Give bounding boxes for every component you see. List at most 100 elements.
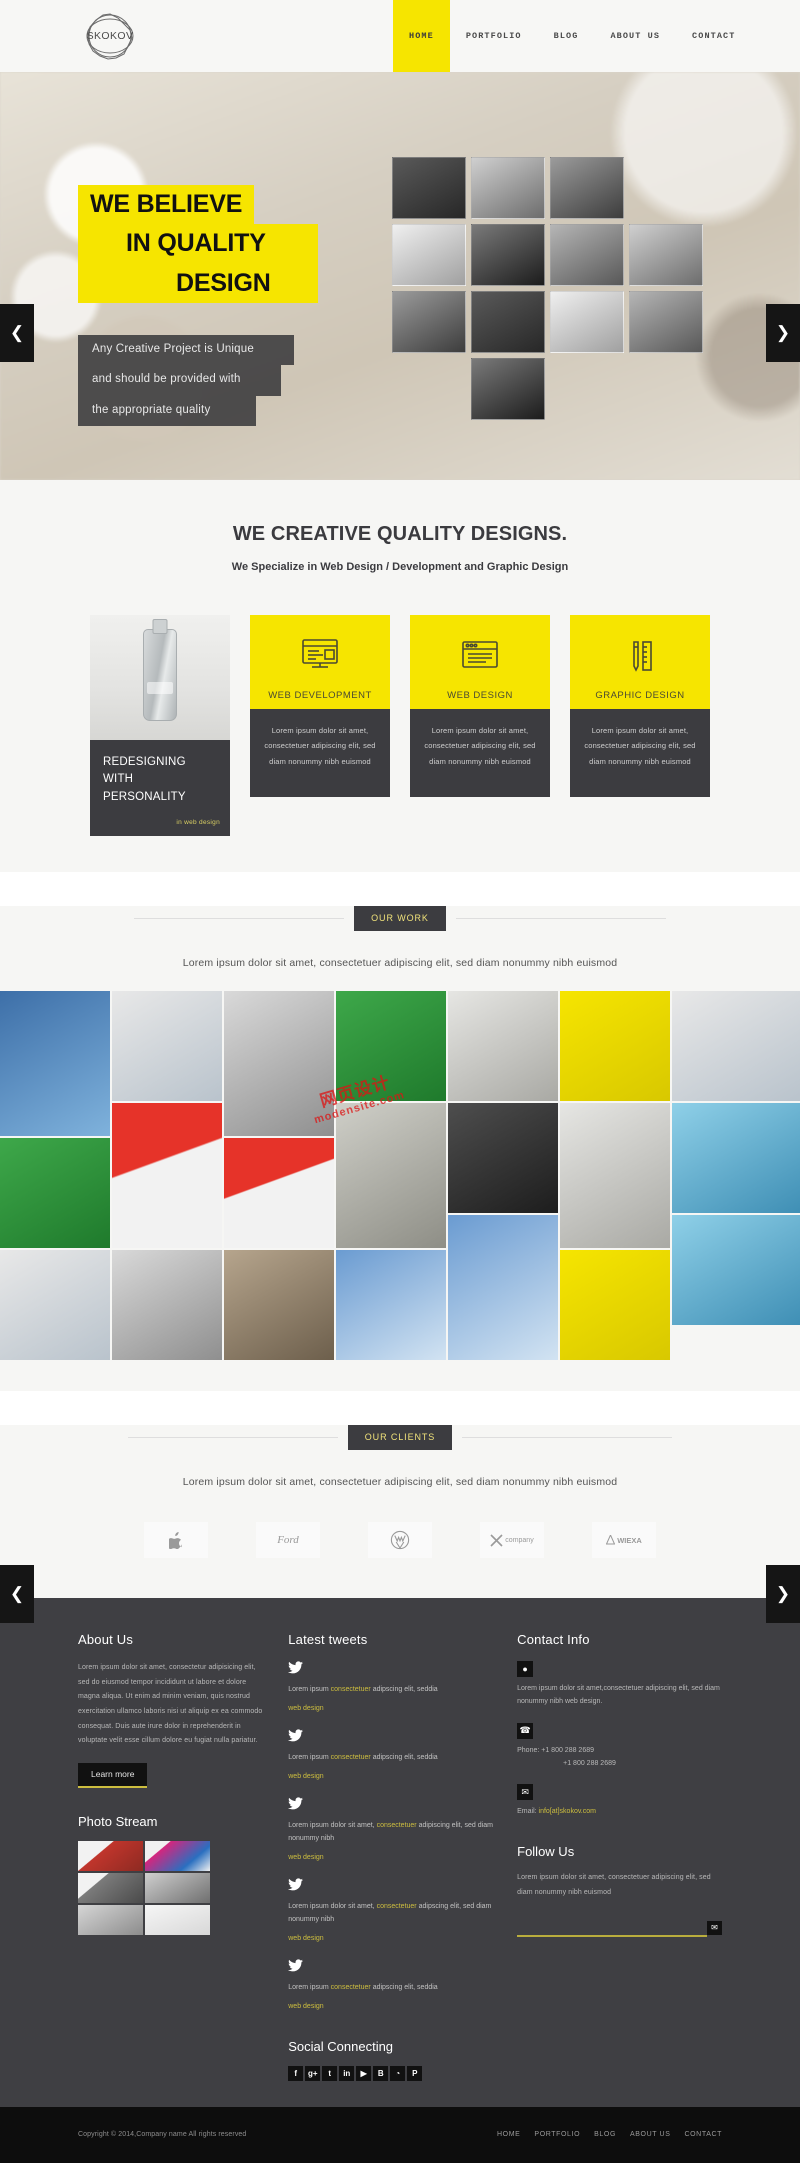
- portfolio-tile[interactable]: [0, 1138, 110, 1248]
- tweet-highlight[interactable]: consectetuer: [331, 1686, 371, 1693]
- follow-us-heading: Follow Us: [517, 1844, 575, 1860]
- portfolio-tile[interactable]: [448, 1103, 558, 1213]
- tweet-highlight[interactable]: consectetuer: [377, 1903, 417, 1910]
- photo-stream-item[interactable]: [145, 1873, 210, 1904]
- tweet-text: Lorem ipsum dolor sit amet, consectetuer…: [288, 1820, 493, 1846]
- hero-prev-arrow-icon[interactable]: ❮: [0, 304, 34, 362]
- portfolio-tile[interactable]: [336, 1103, 446, 1248]
- portfolio-tile[interactable]: [560, 1103, 670, 1248]
- portfolio-tile[interactable]: [448, 1215, 558, 1360]
- envelope-icon: ✉: [517, 1784, 534, 1801]
- photo-stream-item[interactable]: [78, 1841, 143, 1872]
- portfolio-grid: 网页设计 modensite.com: [0, 991, 800, 1391]
- main-nav: HOME PORTFOLIO BLOG ABOUT US CONTACT: [393, 0, 751, 72]
- nav-item-about-us[interactable]: ABOUT US: [594, 0, 676, 72]
- nav-item-contact[interactable]: CONTACT: [676, 0, 751, 72]
- photo-stream-column: [78, 1841, 143, 1936]
- portfolio-tile[interactable]: [0, 1250, 110, 1360]
- tweet-item: Lorem ipsum dolor sit amet, consectetuer…: [288, 1797, 493, 1864]
- tweet-pre: Lorem ipsum dolor sit amet,: [288, 1821, 377, 1829]
- portfolio-tile[interactable]: [448, 991, 558, 1101]
- footer-nav-home[interactable]: HOME: [497, 2131, 520, 2138]
- footer-nav-contact[interactable]: CONTACT: [684, 2131, 722, 2138]
- footer-nav-portfolio[interactable]: PORTFOLIO: [534, 2131, 580, 2138]
- service-card-header: GRAPHIC DESIGN: [570, 615, 710, 709]
- photo-stream-item[interactable]: [78, 1905, 143, 1936]
- service-card-web-development[interactable]: WEB DEVELOPMENT Lorem ipsum dolor sit am…: [250, 615, 390, 836]
- social-youtube-icon[interactable]: ▶: [356, 2065, 372, 2081]
- footer-column-about: About Us Lorem ipsum dolor sit amet, con…: [78, 1632, 264, 2081]
- feature-card-body: REDESIGNING WITH PERSONALITY in web desi…: [90, 740, 230, 836]
- portfolio-tile[interactable]: [112, 991, 222, 1101]
- service-card-body: Lorem ipsum dolor sit amet, consectetuer…: [250, 709, 390, 797]
- nav-item-home[interactable]: HOME: [393, 0, 450, 72]
- tweet-post: adipscing elit, seddia: [370, 1753, 438, 1761]
- portfolio-tile[interactable]: [336, 991, 446, 1101]
- service-card-graphic-design[interactable]: GRAPHIC DESIGN Lorem ipsum dolor sit ame…: [570, 615, 710, 836]
- tweet-highlight[interactable]: consectetuer: [377, 1822, 417, 1829]
- footer-nav-blog[interactable]: BLOG: [594, 2131, 616, 2138]
- contact-email-value[interactable]: info[at]skokov.com: [539, 1808, 596, 1815]
- client-logo-volkswagen[interactable]: [368, 1522, 432, 1558]
- portfolio-tile[interactable]: [672, 991, 800, 1101]
- social-links: f g+ t in ▶ B ◔ P: [288, 2065, 493, 2081]
- tweet-tag[interactable]: web design: [288, 2003, 323, 2010]
- portfolio-tile[interactable]: [672, 1103, 800, 1213]
- portfolio-tile[interactable]: [224, 1138, 334, 1248]
- client-logo-x-company[interactable]: company: [480, 1522, 544, 1558]
- brand-logo[interactable]: SKOKOV: [78, 4, 142, 68]
- portfolio-tile[interactable]: [672, 1215, 800, 1325]
- social-google-plus-icon[interactable]: g+: [305, 2065, 321, 2081]
- tweet-tag[interactable]: web design: [288, 1935, 323, 1942]
- nav-item-portfolio[interactable]: PORTFOLIO: [450, 0, 538, 72]
- our-work-section: OUR WORK Lorem ipsum dolor sit amet, con…: [0, 906, 800, 1391]
- portfolio-tile[interactable]: [336, 1250, 446, 1360]
- hero-subtext-line-3: the appropriate quality: [78, 395, 256, 426]
- tweet-tag[interactable]: web design: [288, 1773, 323, 1780]
- contact-phone-line-1: Phone: +1 800 288 2689: [517, 1746, 595, 1754]
- portfolio-tile[interactable]: [560, 991, 670, 1101]
- tweet-highlight[interactable]: consectetuer: [331, 1754, 371, 1761]
- nav-item-blog[interactable]: BLOG: [538, 0, 595, 72]
- portfolio-tile[interactable]: [0, 991, 110, 1136]
- tweet-tag[interactable]: web design: [288, 1854, 323, 1861]
- newsletter-submit-button[interactable]: ✉: [707, 1920, 722, 1935]
- social-rss-icon[interactable]: ◔: [390, 2065, 406, 2081]
- social-linkedin-icon[interactable]: in: [339, 2065, 355, 2081]
- newsletter-form: ✉: [517, 1918, 722, 1937]
- learn-more-button[interactable]: Learn more: [78, 1763, 148, 1789]
- newsletter-input[interactable]: [517, 1918, 707, 1937]
- portfolio-tile[interactable]: [112, 1250, 222, 1360]
- tweet-pre: Lorem ipsum: [288, 1753, 331, 1761]
- hero-next-arrow-icon[interactable]: ❯: [766, 304, 800, 362]
- portfolio-tile[interactable]: [560, 1250, 670, 1360]
- clients-prev-arrow-icon[interactable]: ❮: [0, 1565, 34, 1623]
- client-logo-apple[interactable]: [144, 1522, 208, 1558]
- service-card-web-design[interactable]: WEB DESIGN Lorem ipsum dolor sit amet, c…: [410, 615, 550, 836]
- portfolio-tile[interactable]: [224, 1250, 334, 1360]
- photo-stream-item[interactable]: [78, 1873, 143, 1904]
- bottle-shape-icon: [143, 629, 177, 721]
- client-logo-wiexa[interactable]: WIEXA: [592, 1522, 656, 1558]
- clients-next-arrow-icon[interactable]: ❯: [766, 1565, 800, 1623]
- tweet-pre: Lorem ipsum dolor sit amet,: [288, 1902, 377, 1910]
- feature-line-1: REDESIGNING: [103, 756, 186, 768]
- feature-card[interactable]: REDESIGNING WITH PERSONALITY in web desi…: [90, 615, 230, 836]
- tweet-pre: Lorem ipsum: [288, 1686, 331, 1693]
- tweet-tag[interactable]: web design: [288, 1705, 323, 1712]
- social-twitter-icon[interactable]: t: [322, 2065, 338, 2081]
- social-facebook-icon[interactable]: f: [288, 2065, 304, 2081]
- footer-nav-about-us[interactable]: ABOUT US: [630, 2131, 670, 2138]
- collage-tile: [629, 358, 703, 420]
- contact-phone-row: ☎: [517, 1722, 722, 1739]
- client-logo-ford[interactable]: Ford: [256, 1522, 320, 1558]
- tweet-highlight[interactable]: consectetuer: [331, 1984, 371, 1991]
- photo-stream-item[interactable]: [145, 1841, 210, 1872]
- collage-tile: [471, 224, 545, 286]
- portfolio-tile[interactable]: [224, 991, 334, 1136]
- portfolio-tile[interactable]: [112, 1103, 222, 1248]
- social-blogger-icon[interactable]: B: [373, 2065, 389, 2081]
- social-pinterest-icon[interactable]: P: [407, 2065, 423, 2081]
- service-card-header: WEB DEVELOPMENT: [250, 615, 390, 709]
- photo-stream-item[interactable]: [145, 1905, 210, 1936]
